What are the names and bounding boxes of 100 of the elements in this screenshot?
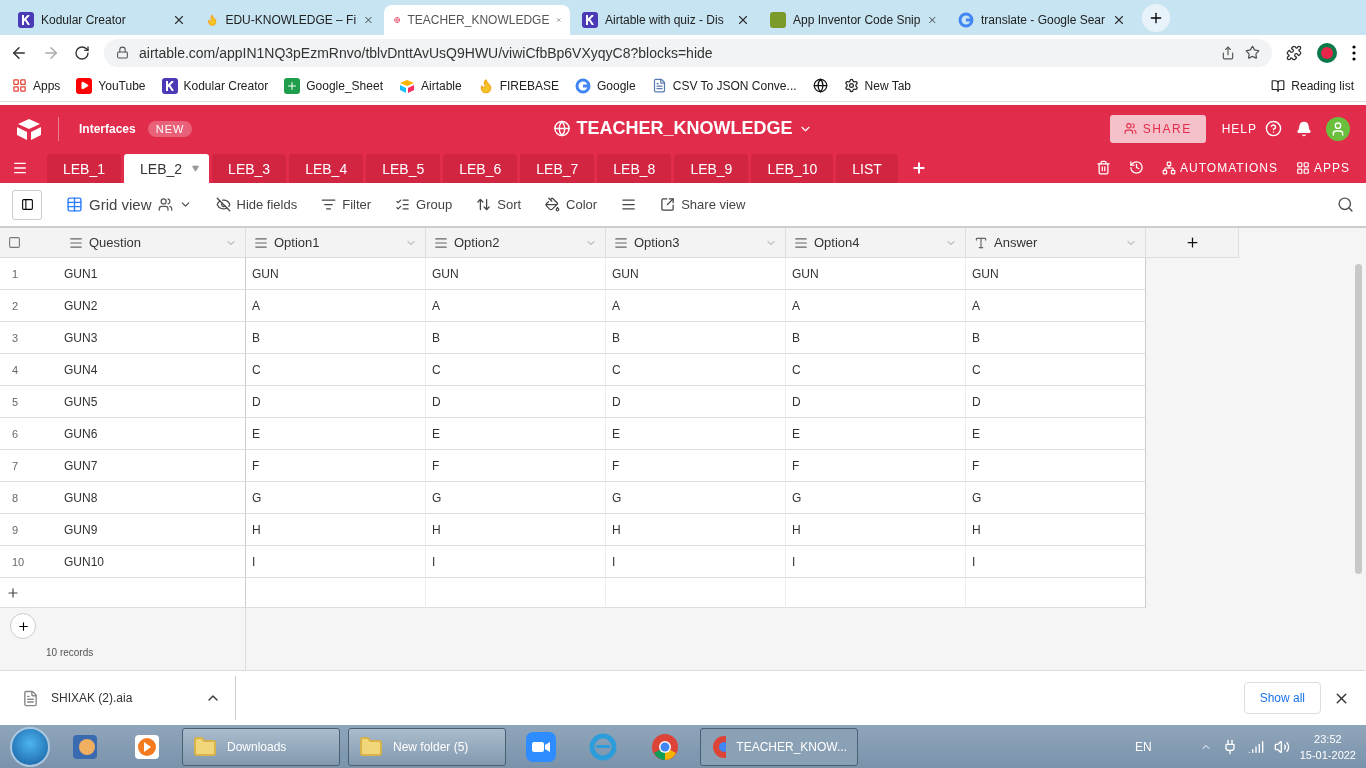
table-cell: B — [972, 330, 980, 345]
signal-bars-icon[interactable] — [1247, 738, 1264, 755]
gear-icon — [843, 78, 859, 93]
bookmark[interactable]: New Tab — [843, 78, 912, 93]
toolbar-button[interactable]: Share view — [660, 197, 746, 212]
profile-avatar-icon[interactable] — [1316, 41, 1338, 64]
notifications-icon[interactable] — [1296, 120, 1312, 137]
table-cell-text: GUN7 — [64, 458, 99, 473]
bookmark[interactable]: Airtable — [398, 78, 462, 93]
table-tab[interactable]: LEB_10 — [751, 154, 834, 183]
table-cell: E — [252, 426, 260, 441]
download-file-name[interactable]: SHIXAK (2).aia — [51, 691, 193, 705]
toolbar-button[interactable]: Filter — [321, 197, 372, 212]
bookmark[interactable]: Google_Sheet — [284, 77, 383, 94]
column-header[interactable]: Option2 — [454, 235, 579, 250]
video-camera-icon[interactable] — [526, 731, 556, 762]
add-table-icon[interactable] — [910, 159, 927, 176]
table-cell-text: GUN9 — [64, 522, 99, 537]
interfaces-link[interactable]: Interfaces — [79, 121, 136, 136]
close-icon[interactable] — [172, 13, 186, 27]
table-cell: I — [432, 554, 436, 569]
reading-list[interactable]: Reading list — [1271, 78, 1354, 93]
toolbar-button[interactable]: Group — [395, 197, 453, 212]
add-row-icon[interactable] — [6, 585, 20, 600]
checkbox[interactable] — [8, 236, 21, 249]
close-icon[interactable] — [736, 13, 750, 27]
table-cell: B — [792, 330, 800, 345]
table-cell: F — [972, 458, 980, 473]
star-icon[interactable] — [1245, 45, 1260, 60]
reload-icon[interactable] — [74, 44, 90, 61]
column-header[interactable]: Option4 — [814, 235, 939, 250]
browser-tab[interactable]: TEACHER_KNOWLEDGE — [384, 5, 570, 35]
search-icon[interactable] — [1337, 196, 1354, 213]
hidden-eye-icon — [215, 197, 231, 212]
speaker-icon[interactable] — [1273, 738, 1290, 755]
row-height-icon[interactable] — [621, 197, 637, 212]
toolbar-button[interactable]: Hide fields — [215, 197, 298, 212]
browser-tab[interactable]: Airtable with quiz - Dis — [572, 5, 758, 35]
browser-tab[interactable]: translate - Google Sear — [948, 5, 1134, 35]
automations-button[interactable]: AUTOMATIONS — [1162, 160, 1278, 175]
apps-button[interactable]: APPS — [1296, 160, 1350, 175]
browser-tab[interactable]: EDU-KNOWLEDGE – Fi — [196, 5, 382, 35]
table-tab[interactable]: LEB_7 — [520, 154, 595, 183]
user-avatar[interactable] — [1326, 116, 1350, 141]
browser-tab[interactable]: App Inventor Code Snip — [760, 5, 946, 35]
text-field-icon — [614, 235, 628, 250]
add-record-button[interactable] — [10, 613, 36, 639]
help-icon[interactable] — [1265, 120, 1282, 137]
scrollbar[interactable] — [1355, 264, 1362, 574]
toolbar-button[interactable]: Color — [545, 197, 598, 212]
bookmark[interactable]: Kodular Creator — [161, 77, 269, 94]
menu-dots-icon[interactable] — [1352, 44, 1356, 61]
globe-icon[interactable] — [812, 78, 828, 93]
folder-icon — [193, 734, 217, 759]
chrome-icon[interactable] — [650, 731, 680, 762]
bookmark[interactable]: Apps — [12, 78, 61, 93]
base-title[interactable]: TEACHER_KNOWLEDGE — [553, 118, 813, 139]
table-cell: G — [972, 490, 982, 505]
help-link[interactable]: HELP — [1221, 121, 1257, 136]
table-tab[interactable]: LEB_1 — [47, 154, 122, 183]
table-tab[interactable]: LEB_6 — [443, 154, 518, 183]
table-tab[interactable]: LEB_4 — [289, 154, 364, 183]
toolbar-button[interactable]: Sort — [476, 197, 522, 212]
column-header[interactable]: Question — [89, 235, 219, 250]
browser-tab[interactable]: Kodular Creator — [8, 5, 194, 35]
table-tab[interactable]: LEB_5 — [366, 154, 441, 183]
new-tab-button[interactable] — [1142, 4, 1170, 32]
table-tab[interactable]: LEB_3 — [212, 154, 287, 183]
start-button[interactable] — [10, 726, 50, 767]
media-player-icon[interactable] — [133, 732, 161, 761]
airtable-logo[interactable] — [16, 117, 42, 140]
bookmark[interactable]: Google — [575, 77, 636, 94]
column-header[interactable]: Option3 — [634, 235, 759, 250]
table-cell: H — [432, 522, 441, 537]
filter-icon — [321, 197, 337, 212]
column-header[interactable]: Answer — [994, 235, 1119, 250]
table-tab[interactable]: LEB_2 — [124, 154, 210, 183]
trash-icon[interactable] — [1096, 160, 1112, 175]
bookmark[interactable]: CSV To JSON Conve... — [651, 78, 797, 93]
file-icon — [22, 689, 39, 707]
row-number: 4 — [11, 363, 20, 376]
table-tab[interactable]: LIST — [836, 154, 898, 183]
bookmark[interactable]: YouTube — [76, 77, 146, 94]
sidebar-toggle-button[interactable] — [12, 189, 42, 220]
history-icon[interactable] — [1129, 160, 1145, 175]
table-tab[interactable]: LEB_9 — [674, 154, 749, 183]
folder-icon — [359, 734, 383, 759]
close-icon[interactable] — [1112, 13, 1126, 27]
table-cell: F — [612, 458, 620, 473]
text-field-icon — [69, 235, 83, 250]
show-all-button[interactable]: Show all — [1243, 682, 1321, 714]
column-header[interactable]: Option1 — [274, 235, 399, 250]
text-field-icon — [434, 235, 448, 250]
view-switcher[interactable]: Grid view — [66, 196, 192, 213]
add-field-icon[interactable] — [1184, 235, 1200, 250]
extensions-icon[interactable] — [1286, 44, 1302, 61]
table-tab[interactable]: LEB_8 — [597, 154, 672, 183]
bookmark[interactable]: FIREBASE — [477, 77, 559, 94]
share-icon[interactable] — [1221, 45, 1235, 60]
address-bar[interactable]: airtable.com/appIN1NQ3pEzmRnvo/tblvDnttAvUsQ9HWU/viwiCfbBp6VXyqyC8?blocks=hide — [104, 38, 1272, 67]
